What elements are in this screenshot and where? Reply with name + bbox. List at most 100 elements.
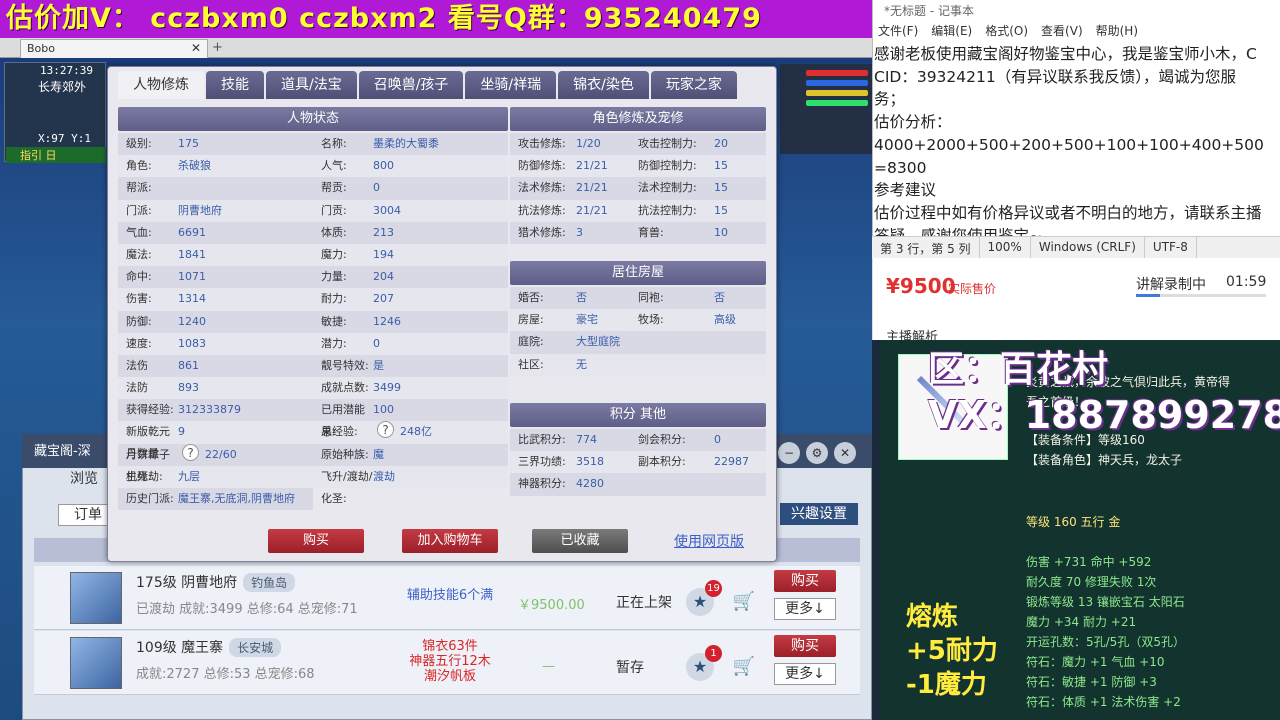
promo-banner: 估价加V： cczbxm0 cczbxm2 看号Q群：935240479 <box>0 0 872 38</box>
cultivation-cell: 法术控制力: <box>638 181 697 195</box>
favorite-star-icon[interactable]: ★ 1 <box>686 645 722 681</box>
cultivation-cell: 防御控制力: <box>638 159 697 173</box>
player-status-bars <box>780 64 872 154</box>
status-row: 靓号特效: 是 <box>313 354 508 378</box>
status-row: 生死劫: 九层 <box>118 465 313 488</box>
status-value: 248亿 <box>400 425 432 439</box>
status-value: 墨柔的大蜀黍 <box>373 137 439 150</box>
browse-label[interactable]: 浏览 <box>70 468 98 488</box>
status-value: 九层 <box>178 469 200 483</box>
status-row: 获得经验: 312333879 <box>118 399 313 422</box>
notepad-menu-item[interactable]: 文件(F) <box>878 22 918 39</box>
score-cell: 副本积分: <box>638 455 686 469</box>
status-row: 级别: 175 <box>118 133 313 156</box>
cultivation-cell: 20 <box>714 137 728 150</box>
listing-row[interactable]: 109级 魔王寨 长安城 成就:2727 总修:53 总宠修:68 锦衣63件 神… <box>34 631 860 695</box>
tab-0[interactable]: 人物修炼 <box>118 71 204 99</box>
notepad-menu-item[interactable]: 编辑(E) <box>931 22 972 39</box>
close-icon[interactable]: ✕ <box>834 442 856 464</box>
help-icon[interactable]: ? <box>377 421 394 439</box>
equipment-detail: 伤害 +731 命中 +592 耐久度 70 修理失败 1次 锻炼等级 13 镶嵌宝… <box>1026 552 1276 712</box>
add-to-cart-button[interactable]: 加入购物车 <box>402 529 498 553</box>
tab-1[interactable]: 技能 <box>206 71 264 99</box>
equipment-line: 符石：魔力 +1 气血 +10 <box>1026 655 1165 669</box>
cultivation-cell: 15 <box>714 181 728 195</box>
equipment-line: 伤害 +731 命中 +592 <box>1026 555 1152 569</box>
status-value: 194 <box>373 247 394 261</box>
window-controls: − ⚙ ✕ <box>778 442 856 464</box>
buy-button[interactable]: 购买 <box>774 570 836 592</box>
score-cell: 4280 <box>576 477 604 491</box>
collected-button[interactable]: 已收藏 <box>532 529 628 553</box>
equipment-line: 耐久度 70 修理失败 1次 <box>1026 575 1157 589</box>
notepad-status-item: 第 3 行，第 5 列 <box>872 237 980 258</box>
actual-price: ¥9500 <box>886 274 956 298</box>
status-label: 名称: <box>321 137 347 150</box>
notepad-menu-item[interactable]: 格式(O) <box>985 22 1028 39</box>
equipment-line: 符石：敏捷 +1 防御 +3 <box>1026 675 1157 689</box>
tab-2[interactable]: 道具/法宝 <box>266 71 357 99</box>
house-table: 婚否: 否 同袍: 否房屋: 豪宅 牧场: 高级 庭院: 大型庭院 社区: 无 <box>510 287 766 376</box>
status-label: 靓号特效: <box>321 358 369 372</box>
add-tab-icon[interactable]: + <box>212 40 223 55</box>
buy-button[interactable]: 购买 <box>774 635 836 657</box>
buy-button[interactable]: 购买 <box>268 529 364 553</box>
tab-5[interactable]: 锦衣/染色 <box>558 71 649 99</box>
cultivation-cell: 10 <box>714 225 728 239</box>
notepad-text[interactable]: 感谢老板使用藏宝阁好物鉴宝中心，我是鉴宝师小木，CCID：39324211（有异… <box>874 43 1266 247</box>
equipment-line: -1魔力 <box>906 670 987 700</box>
help-icon[interactable]: ? <box>182 443 199 461</box>
cultivation-cell: 21/21 <box>576 181 608 195</box>
favorite-star-icon[interactable]: ★ 19 <box>686 580 722 616</box>
status-value: 204 <box>373 270 394 284</box>
status-label: 潜力: <box>321 336 347 350</box>
status-row: 成就点数: 3499 <box>313 377 508 400</box>
notepad-menu-item[interactable]: 帮助(H) <box>1096 22 1138 39</box>
house-cell: 否 <box>576 291 587 304</box>
more-button[interactable]: 更多↓ <box>774 598 836 620</box>
score-cell: 3518 <box>576 455 604 469</box>
tab-4[interactable]: 坐骑/祥瑞 <box>465 71 557 99</box>
minimize-icon[interactable]: − <box>778 442 800 464</box>
game-tab[interactable]: Bobo ✕ <box>20 39 208 58</box>
score-table: 比武积分: 774 剑会积分: 0 三界功绩: 3518 副本积分: 22987 神器积分: 42… <box>510 429 766 496</box>
guide-button[interactable]: 指引 日 <box>6 147 106 163</box>
close-icon[interactable]: ✕ <box>191 41 201 55</box>
cultivation-cell: 育兽: <box>638 225 664 239</box>
fav-count-badge: 19 <box>705 580 722 597</box>
cultivation-row: 法术修炼: 21/21 法术控制力: 15 <box>510 177 766 200</box>
status-label: 门贡: <box>321 203 347 217</box>
listing-row[interactable]: 175级 阴曹地府 钓鱼岛 已渡劫 成就:3499 总修:64 总宠修:71 辅助… <box>34 566 860 630</box>
cultivation-cell: 1/20 <box>576 137 601 150</box>
web-version-link[interactable]: 使用网页版 <box>674 531 744 551</box>
notepad-menu-item[interactable]: 查看(V) <box>1041 22 1083 39</box>
status-label: 伤害: <box>126 292 152 306</box>
status-row: 命中: 1071 <box>118 266 313 289</box>
equipment-line: 符石：体质 +1 法术伤害 +2 <box>1026 695 1181 709</box>
house-cell: 无 <box>576 357 587 371</box>
tab-3[interactable]: 召唤兽/孩子 <box>358 71 464 99</box>
settings-icon[interactable]: ⚙ <box>806 442 828 464</box>
status-label: 防御: <box>126 314 152 328</box>
status-label: 法伤 <box>126 358 148 372</box>
status-label: 已用潜能果: <box>321 403 365 439</box>
status-row: 法伤 861 <box>118 354 313 378</box>
cultivation-row: 抗法修炼: 21/21 抗法控制力: 15 <box>510 199 766 222</box>
status-value: 1841 <box>178 247 206 261</box>
score-row: 神器积分: 4280 <box>510 473 766 496</box>
cultivation-cell: 21/21 <box>576 159 608 173</box>
status-label: 魔力: <box>321 247 347 261</box>
status-label: 新版乾元丹数量 <box>126 425 170 461</box>
cart-icon[interactable]: 🛒 <box>730 588 758 616</box>
listing-sub: 成就:2727 总修:53 总宠修:68 <box>136 667 315 682</box>
tab-6[interactable]: 玩家之家 <box>650 71 737 99</box>
status-value: 175 <box>178 137 199 150</box>
status-value: 213 <box>373 225 394 239</box>
status-value: 6691 <box>178 225 206 239</box>
interest-settings-button[interactable]: 兴趣设置 <box>780 503 858 525</box>
cultivation-cell: 15 <box>714 203 728 217</box>
more-button[interactable]: 更多↓ <box>774 663 836 685</box>
cart-icon[interactable]: 🛒 <box>730 653 758 681</box>
status-row: 防御: 1240 <box>118 310 313 333</box>
game-tab-title: Bobo <box>27 42 55 55</box>
